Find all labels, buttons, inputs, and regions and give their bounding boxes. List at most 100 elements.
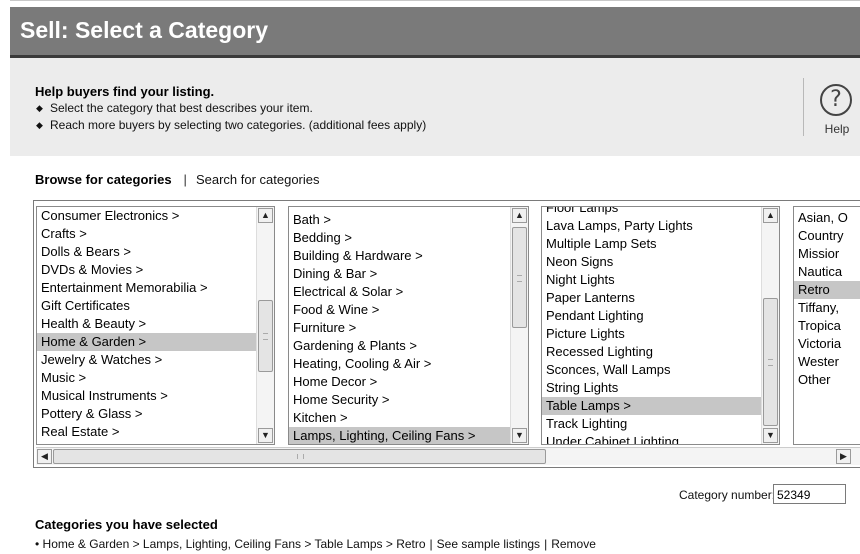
tip-item: ◆ Select the category that best describes… xyxy=(36,101,313,115)
tip-text: Reach more buyers by selecting two categ… xyxy=(50,118,427,132)
scroll-thumb[interactable] xyxy=(763,298,778,426)
category-item[interactable]: Food & Wine > xyxy=(289,301,510,319)
category-item[interactable]: Victoria xyxy=(794,335,860,353)
category-item[interactable]: Recessed Lighting xyxy=(542,343,761,361)
category-item[interactable]: Specialty Services > xyxy=(37,441,256,444)
see-sample-listings-link[interactable]: See sample listings xyxy=(437,537,540,551)
category-item[interactable]: Furniture > xyxy=(289,319,510,337)
category-item[interactable]: Electrical & Solar > xyxy=(289,283,510,301)
category-item[interactable]: Asian, O xyxy=(794,209,860,227)
horizontal-scroll-thumb[interactable] xyxy=(53,449,546,464)
scroll-thumb[interactable] xyxy=(258,300,273,372)
category-item[interactable]: Multiple Lamp Sets xyxy=(542,235,761,253)
category-item[interactable]: Bath > xyxy=(289,211,510,229)
category-item[interactable]: Dining & Bar > xyxy=(289,265,510,283)
selected-category-path: Home & Garden > Lamps, Lighting, Ceiling… xyxy=(42,537,426,551)
category-item[interactable]: Night Lights xyxy=(542,271,761,289)
category-item[interactable]: Country xyxy=(794,227,860,245)
scroll-up-arrow-icon[interactable]: ▲ xyxy=(763,208,778,223)
divider xyxy=(803,78,804,136)
category-item[interactable]: Music > xyxy=(37,369,256,387)
category-item[interactable]: Wester xyxy=(794,353,860,371)
category-item[interactable]: Other xyxy=(794,371,860,389)
category-item[interactable]: DVDs & Movies > xyxy=(37,261,256,279)
category-item[interactable]: Under Cabinet Lighting xyxy=(542,433,761,444)
category-item[interactable]: Missior xyxy=(794,245,860,263)
category-column-4[interactable]: Asian, O Country Missior Nautica Retro Tiffan… xyxy=(793,206,860,445)
category-item[interactable]: Table Lamps > xyxy=(542,397,761,415)
scroll-left-arrow-icon[interactable]: ◀ xyxy=(37,449,52,464)
category-number-input[interactable]: 52349 xyxy=(773,484,846,504)
scroll-up-arrow-icon[interactable]: ▲ xyxy=(512,208,527,223)
scroll-down-arrow-icon[interactable]: ▼ xyxy=(258,428,273,443)
page-header: Sell: Select a Category xyxy=(10,7,860,58)
category-item[interactable]: Heating, Cooling & Air > xyxy=(289,355,510,373)
category-item[interactable]: Musical Instruments > xyxy=(37,387,256,405)
category-item[interactable]: Gift Certificates xyxy=(37,297,256,315)
tip-item: ◆ Reach more buyers by selecting two cate… xyxy=(36,118,426,132)
category-item[interactable]: Floor Lamps xyxy=(542,207,761,217)
category-item[interactable]: Tropica xyxy=(794,317,860,335)
category-item[interactable]: Kitchen > xyxy=(289,409,510,427)
tip-text: Select the category that best describes … xyxy=(50,101,313,115)
category-list: Bath > Bedding > Building & Hardware > Dini… xyxy=(289,211,510,444)
scroll-right-arrow-icon[interactable]: ▶ xyxy=(836,449,851,464)
tab-separator: | xyxy=(183,172,187,187)
category-list: Consumer Electronics > Crafts > Dolls & Be… xyxy=(37,207,256,444)
remove-link[interactable]: Remove xyxy=(551,537,596,551)
category-item[interactable]: Home Security > xyxy=(289,391,510,409)
category-item[interactable]: Paper Lanterns xyxy=(542,289,761,307)
category-item[interactable]: Jewelry & Watches > xyxy=(37,351,256,369)
question-mark-icon[interactable]: ? xyxy=(820,84,852,116)
link-separator: | xyxy=(429,537,433,551)
scroll-down-arrow-icon[interactable]: ▼ xyxy=(763,428,778,443)
category-list: Asian, O Country Missior Nautica Retro Tiffan… xyxy=(794,209,860,389)
help-title: Help buyers find your listing. xyxy=(35,84,215,99)
category-item[interactable]: Home Decor > xyxy=(289,373,510,391)
category-item[interactable]: Crafts > xyxy=(37,225,256,243)
selected-categories-title: Categories you have selected xyxy=(35,517,218,532)
category-item[interactable]: Building & Hardware > xyxy=(289,247,510,265)
category-column-2[interactable]: Bath > Bedding > Building & Hardware > Dini… xyxy=(288,206,529,445)
bullet-icon: • xyxy=(35,537,40,551)
selected-category-entry: • Home & Garden > Lamps, Lighting, Ceili… xyxy=(35,537,596,551)
scroll-thumb[interactable] xyxy=(512,227,527,328)
search-categories-link[interactable]: Search for categories xyxy=(196,172,320,187)
category-item[interactable]: Picture Lights xyxy=(542,325,761,343)
link-separator: | xyxy=(544,537,548,551)
category-item[interactable]: Retro xyxy=(794,281,860,299)
category-item[interactable]: String Lights xyxy=(542,379,761,397)
diamond-bullet-icon: ◆ xyxy=(36,120,43,130)
help-link[interactable]: Help xyxy=(820,122,854,136)
category-item[interactable]: Dolls & Bears > xyxy=(37,243,256,261)
category-item[interactable]: Sconces, Wall Lamps xyxy=(542,361,761,379)
category-item[interactable]: Bedding > xyxy=(289,229,510,247)
category-column-1[interactable]: Consumer Electronics > Crafts > Dolls & Be… xyxy=(36,206,275,445)
category-column-3[interactable]: Floor Lamps Lava Lamps, Party Lights Multi… xyxy=(541,206,780,445)
category-item[interactable]: Consumer Electronics > xyxy=(37,207,256,225)
vertical-scrollbar[interactable]: ▲ ▼ xyxy=(761,207,779,444)
category-item[interactable]: Home & Garden > xyxy=(37,333,256,351)
help-panel: Help buyers find your listing. ◆ Select t… xyxy=(10,58,860,156)
category-item[interactable]: Gardening & Plants > xyxy=(289,337,510,355)
category-list: Floor Lamps Lava Lamps, Party Lights Multi… xyxy=(542,207,761,444)
diamond-bullet-icon: ◆ xyxy=(36,103,43,113)
category-item[interactable]: Nautica xyxy=(794,263,860,281)
scroll-down-arrow-icon[interactable]: ▼ xyxy=(512,428,527,443)
category-item[interactable]: Lava Lamps, Party Lights xyxy=(542,217,761,235)
category-item[interactable]: Track Lighting xyxy=(542,415,761,433)
category-item[interactable]: Pendant Lighting xyxy=(542,307,761,325)
category-item[interactable]: Lamps, Lighting, Ceiling Fans > xyxy=(289,427,510,444)
category-item[interactable]: Health & Beauty > xyxy=(37,315,256,333)
vertical-scrollbar[interactable]: ▲ ▼ xyxy=(256,207,274,444)
vertical-scrollbar[interactable]: ▲ ▼ xyxy=(510,207,528,444)
category-item[interactable]: Entertainment Memorabilia > xyxy=(37,279,256,297)
category-browser: Consumer Electronics > Crafts > Dolls & Be… xyxy=(33,200,860,468)
category-item[interactable]: Neon Signs xyxy=(542,253,761,271)
horizontal-scrollbar[interactable]: ◀ ▶ xyxy=(36,447,860,465)
category-item[interactable]: Pottery & Glass > xyxy=(37,405,256,423)
browse-categories-tab[interactable]: Browse for categories xyxy=(35,172,172,187)
scroll-up-arrow-icon[interactable]: ▲ xyxy=(258,208,273,223)
category-item[interactable]: Tiffany, xyxy=(794,299,860,317)
category-item[interactable]: Real Estate > xyxy=(37,423,256,441)
